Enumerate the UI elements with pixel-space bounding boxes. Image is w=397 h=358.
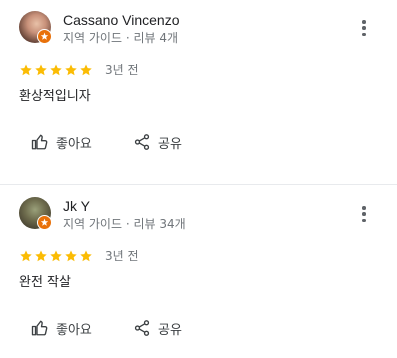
review-text: 환상적입니자 [19, 89, 91, 104]
reviews-panel: Cassano Vincenzo 지역 가이드 · 리뷰 4개 3년 전 환상적… [0, 0, 397, 358]
thumb-up-icon [31, 320, 48, 336]
star-icon [20, 64, 32, 76]
reviewer-name[interactable]: Cassano Vincenzo [63, 11, 179, 29]
like-label: 좋아요 [56, 322, 92, 338]
star-rating [19, 63, 93, 77]
review-card: Jk Y 지역 가이드 · 리뷰 34개 3년 전 완전 작살 좋아요 공유 [0, 186, 397, 358]
reviewer-meta: 지역 가이드 · 리뷰 4개 [63, 31, 179, 45]
star-icon [65, 250, 77, 262]
star-icon [35, 250, 47, 262]
star-icon [35, 64, 47, 76]
divider [0, 184, 397, 185]
share-icon [134, 134, 150, 150]
like-button[interactable]: 좋아요 [31, 130, 92, 154]
local-guide-badge-icon [37, 215, 52, 230]
thumb-up-icon [31, 134, 48, 150]
star-icon [20, 250, 32, 262]
share-icon [134, 320, 150, 336]
more-vert-icon[interactable] [356, 204, 372, 224]
review-time: 3년 전 [105, 63, 139, 77]
review-time: 3년 전 [105, 249, 139, 263]
star-icon [80, 250, 92, 262]
more-vert-icon[interactable] [356, 18, 372, 38]
star-icon [50, 64, 62, 76]
share-label: 공유 [158, 322, 182, 338]
star-icon [80, 64, 92, 76]
review-text: 완전 작살 [19, 275, 71, 290]
like-button[interactable]: 좋아요 [31, 316, 92, 340]
share-button[interactable]: 공유 [133, 316, 182, 340]
like-label: 좋아요 [56, 136, 92, 152]
share-label: 공유 [158, 136, 182, 152]
star-icon [65, 64, 77, 76]
review-card: Cassano Vincenzo 지역 가이드 · 리뷰 4개 3년 전 환상적… [0, 0, 397, 184]
share-button[interactable]: 공유 [133, 130, 182, 154]
local-guide-badge-icon [37, 29, 52, 44]
star-icon [50, 250, 62, 262]
star-rating [19, 249, 93, 263]
reviewer-meta: 지역 가이드 · 리뷰 34개 [63, 217, 186, 231]
reviewer-name[interactable]: Jk Y [63, 197, 90, 215]
